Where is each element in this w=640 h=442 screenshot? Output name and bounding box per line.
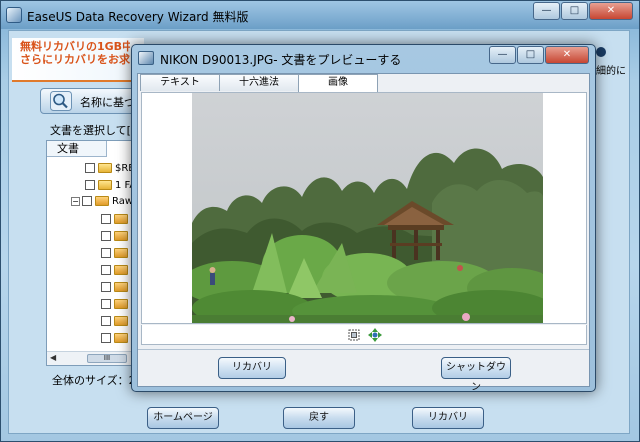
zoom-fit-icon[interactable] [348,329,360,341]
tree-item[interactable] [101,282,131,298]
close-icon[interactable]: ✕ [545,46,589,64]
search-by-name-label: 名称に基づ [80,96,135,109]
preview-photo [192,93,543,323]
dialog-title: NIKON D90013.JPG- 文書をプレビューする [160,53,402,67]
tree-item-label: Raw [112,196,134,207]
promo-line-1: 無料リカバリの1GB中 [20,40,130,53]
tree-item[interactable] [101,265,131,281]
raw-folder-icon [114,214,128,224]
tab-image[interactable]: 画像 [298,74,378,92]
raw-folder-icon [114,316,128,326]
preview-dialog: NIKON D90013.JPG- 文書をプレビューする — □ ✕ テキスト … [131,44,596,393]
total-size-label: 全体のサイズ：2. [52,374,140,387]
minimize-icon[interactable]: — [489,46,516,64]
checkbox[interactable] [101,333,111,343]
home-button[interactable]: ホームページ [147,407,219,429]
collapse-icon[interactable]: − [71,196,80,206]
select-files-label: 文書を選択して[ [50,124,131,137]
dialog-shutdown-button[interactable]: シャットダウン [441,357,511,393]
checkbox[interactable] [85,180,95,190]
tree-item[interactable] [101,316,131,332]
checkbox[interactable] [101,282,111,292]
main-caption-buttons: — □ ✕ [532,2,633,20]
maximize-icon[interactable]: □ [561,2,588,20]
promo-line-2: さらにリカバリをお求め [20,53,130,66]
right-tail-text: 細的に [596,66,626,77]
checkbox[interactable] [101,265,111,275]
tree-horizontal-scrollbar[interactable]: ◀ III [47,351,139,365]
tree-item[interactable]: $RE [85,163,135,179]
folder-icon [98,163,112,173]
tab-hex[interactable]: 十六進法 [219,74,299,91]
scroll-left-icon[interactable]: ◀ [50,353,56,362]
checkbox[interactable] [82,196,92,206]
raw-folder-icon [114,299,128,309]
zoom-toolbar [141,325,587,345]
tree-item[interactable] [101,299,131,315]
back-button[interactable]: 戻す [283,407,355,429]
checkbox[interactable] [101,248,111,258]
folder-icon [98,180,112,190]
raw-folder-icon [114,265,128,275]
help-dot-icon[interactable] [596,47,606,57]
image-preview-area[interactable] [141,92,587,324]
raw-folder-icon [114,282,128,292]
dialog-caption-buttons: — □ ✕ [488,46,589,64]
checkbox[interactable] [101,214,111,224]
app-icon [6,7,22,23]
dialog-body: テキスト 十六進法 画像 リカバリ シャットダウン [137,73,590,393]
checkbox[interactable] [85,163,95,173]
scroll-thumb[interactable]: III [87,354,127,363]
preview-tabs: テキスト 十六進法 画像 [140,74,378,92]
dialog-recover-button[interactable]: リカバリ [218,357,286,379]
tree-item[interactable] [101,248,131,264]
raw-folder-icon [114,333,128,343]
tree-item[interactable] [101,231,131,247]
checkbox[interactable] [101,231,111,241]
dialog-separator [138,349,589,350]
raw-folder-icon [114,231,128,241]
main-window-title: EaseUS Data Recovery Wizard 無料版 [27,10,249,24]
dialog-app-icon [138,51,154,65]
minimize-icon[interactable]: — [533,2,560,20]
main-titlebar[interactable]: EaseUS Data Recovery Wizard 無料版 — □ ✕ [1,1,639,29]
recover-button[interactable]: リカバリ [412,407,484,429]
move-arrows-icon[interactable] [368,328,382,342]
tree-item[interactable] [101,333,131,349]
raw-folder-icon [114,248,128,258]
tab-documents[interactable]: 文書 [47,141,107,157]
file-tree-panel[interactable]: 文書 $RE 1 FA − Raw ◀ III [46,140,140,366]
tree-item[interactable] [101,214,131,230]
tab-text[interactable]: テキスト [140,74,220,91]
maximize-icon[interactable]: □ [517,46,544,64]
magnifier-icon [50,91,72,111]
promo-text: 無料リカバリの1GB中 さらにリカバリをお求め [20,40,130,80]
tree-item[interactable]: 1 FA [85,180,136,196]
tree-item[interactable]: − Raw [71,196,133,212]
checkbox[interactable] [101,316,111,326]
checkbox[interactable] [101,299,111,309]
raw-folder-icon [95,196,109,206]
close-icon[interactable]: ✕ [589,2,633,20]
